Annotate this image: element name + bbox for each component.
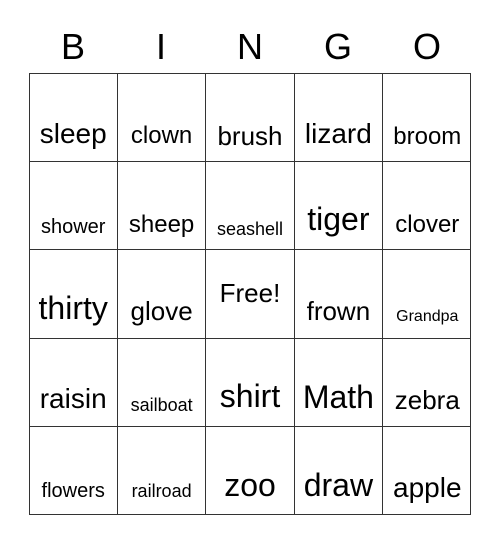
cell-text: shower — [40, 215, 106, 238]
bingo-cell[interactable]: raisin — [29, 338, 118, 428]
cell-text: shirt — [219, 377, 281, 414]
cell-text: thirty — [38, 290, 108, 327]
cell-text: sheep — [128, 210, 195, 238]
cell-text: broom — [393, 122, 462, 150]
cell-text: frown — [306, 296, 371, 327]
cell-text: clown — [130, 121, 193, 149]
bingo-cell[interactable]: draw — [295, 427, 384, 516]
bingo-cell[interactable]: shirt — [206, 338, 295, 428]
cell-text: zoo — [224, 467, 276, 504]
bingo-cell[interactable]: frown — [294, 250, 384, 339]
header-letter: G — [323, 26, 352, 67]
bingo-cell[interactable]: Free! — [206, 250, 295, 339]
bingo-cell[interactable]: Math — [294, 338, 384, 428]
bingo-grid: sleep clown brush lizard broom shower sheep sea… — [29, 73, 472, 516]
cell-text: railroad — [131, 481, 192, 502]
bingo-cell[interactable]: seashell — [206, 161, 295, 251]
cell-text: apple — [393, 472, 462, 504]
bingo-cell[interactable]: zoo — [206, 427, 295, 516]
cell-text: brush — [217, 120, 283, 151]
bingo-cell[interactable]: Grandpa — [383, 250, 472, 339]
bingo-cell[interactable]: clover — [383, 162, 472, 251]
bingo-cell[interactable]: clown — [117, 73, 207, 162]
header-letter: N — [237, 26, 263, 67]
cell-text: glove — [130, 296, 193, 327]
cell-text: tiger — [307, 200, 370, 237]
cell-text: draw — [303, 467, 374, 504]
bingo-cell[interactable]: broom — [383, 74, 472, 162]
bingo-cell[interactable]: glove — [117, 250, 207, 339]
header-letter: I — [155, 26, 166, 67]
bingo-cell[interactable]: apple — [383, 427, 471, 515]
bingo-cell[interactable]: tiger — [294, 161, 384, 251]
cell-text: Grandpa — [396, 308, 459, 326]
cell-text: seashell — [216, 218, 284, 239]
cell-text: sleep — [39, 117, 107, 149]
cell-text: flowers — [41, 480, 105, 503]
bingo-cell[interactable]: thirty — [29, 250, 118, 339]
cell-text: raisin — [39, 382, 107, 414]
cell-text: clover — [395, 210, 460, 238]
cell-text: sailboat — [130, 394, 193, 415]
bingo-cell[interactable]: railroad — [118, 427, 207, 516]
cell-text: zebra — [394, 384, 460, 415]
bingo-cell[interactable]: shower — [29, 161, 118, 251]
bingo-cell[interactable]: flowers — [30, 427, 118, 516]
cell-text: Free! — [219, 278, 281, 309]
cell-text: lizard — [304, 117, 372, 149]
bingo-cell[interactable]: sleep — [29, 73, 118, 162]
cell-text: Math — [302, 378, 374, 415]
bingo-cell[interactable]: sheep — [117, 161, 207, 251]
bingo-cell[interactable]: zebra — [383, 339, 472, 428]
bingo-cell[interactable]: lizard — [294, 73, 384, 162]
bingo-cell[interactable]: sailboat — [117, 338, 207, 428]
header-letter: O — [412, 26, 441, 67]
header-letter: B — [60, 26, 85, 67]
bingo-cell[interactable]: brush — [206, 73, 295, 162]
